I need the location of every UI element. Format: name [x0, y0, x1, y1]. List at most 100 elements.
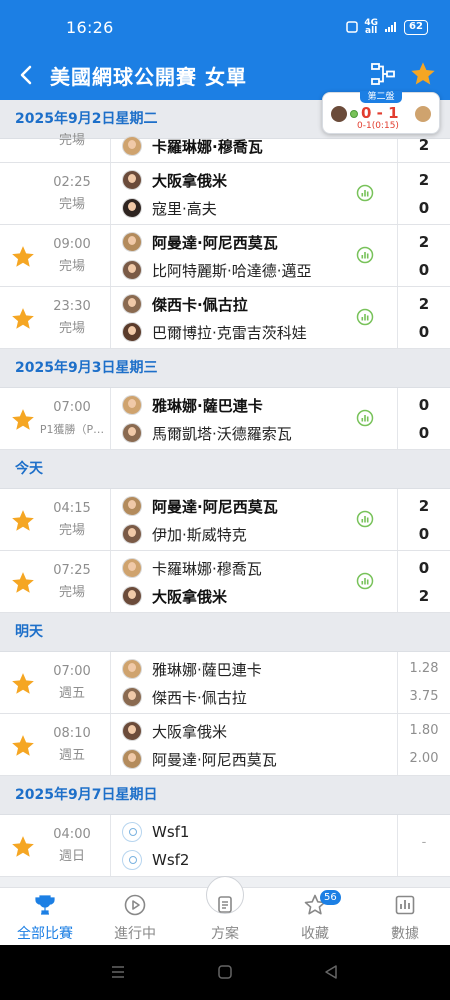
match-stats-icon[interactable]	[356, 510, 374, 528]
match-time: 09:00	[53, 237, 91, 252]
match-stats-icon[interactable]	[356, 246, 374, 264]
match-time-status: 07:00 週五	[36, 652, 108, 702]
back-arrow-icon[interactable]	[14, 62, 40, 88]
player-avatar	[122, 586, 142, 606]
favorite-star-icon[interactable]	[10, 407, 36, 433]
match-row[interactable]: 07:00 P1獲勝（P… 雅琳娜·薩巴連卡 馬爾凱塔·沃德羅索瓦 0 0	[0, 388, 450, 450]
favorite-star-icon[interactable]	[10, 834, 36, 860]
match-time: 07:00	[53, 400, 91, 415]
match-stats-icon[interactable]	[356, 308, 374, 326]
match-row[interactable]: 23:30 完場 傑西卡·佩古拉巴爾博拉·克雷吉茨科娃 2 0	[0, 287, 450, 349]
player-line: 大阪拿俄米	[122, 168, 227, 192]
sim-icon	[346, 21, 359, 33]
match-status: P1獲勝（P…	[39, 423, 105, 436]
player-line: 比阿特麗斯·哈達德·邁亞	[122, 258, 312, 282]
favorite-star-icon[interactable]	[10, 570, 36, 596]
favorite-star-icon[interactable]	[409, 60, 437, 88]
document-icon	[218, 896, 232, 913]
player-avatar	[122, 395, 142, 415]
match-list[interactable]: 2025年9月2日星期二 完場 卡羅琳娜·穆喬瓦 2 02:25 完場 大阪拿俄米 寇里·高夫…	[0, 100, 450, 887]
match-stats-icon[interactable]	[356, 409, 374, 427]
player1-score: 0	[418, 559, 430, 577]
player-avatar	[122, 721, 142, 741]
player-avatar	[122, 198, 142, 218]
system-back-icon[interactable]	[323, 964, 339, 980]
match-status: 完場	[58, 133, 85, 148]
match-row[interactable]: 07:00 週五 雅琳娜·薩巴連卡 傑西卡·佩古拉 1.28 3.75	[0, 652, 450, 714]
live-score-widget[interactable]: 第二盤 0 - 1 0-1(0:15)	[322, 91, 440, 134]
match-stats-icon[interactable]	[356, 572, 374, 590]
section-header-date: 2025年9月3日星期三	[0, 349, 450, 388]
player-avatar	[122, 232, 142, 252]
player-name: 雅琳娜·薩巴連卡	[152, 660, 262, 679]
match-row[interactable]: 08:10 週五 大阪拿俄米 阿曼達·阿尼西莫瓦 1.80 2.00	[0, 714, 450, 776]
player-name: 卡羅琳娜·穆喬瓦	[152, 559, 262, 578]
match-time-status: 23:30 完場	[36, 287, 108, 337]
placeholder-avatar	[122, 850, 142, 870]
player-avatar	[122, 749, 142, 769]
player-name: 巴爾博拉·克雷吉茨科娃	[152, 323, 307, 342]
favorite-star-icon[interactable]	[10, 508, 36, 534]
player1-odds[interactable]: 1.28	[398, 661, 450, 676]
player-avatar	[122, 496, 142, 516]
battery-indicator: 62	[404, 19, 428, 35]
divider	[110, 652, 111, 713]
match-row[interactable]: 04:15 完場 阿曼達·阿尼西莫瓦 伊加·斯威特克 2 0	[0, 489, 450, 551]
divider	[110, 551, 111, 612]
player1-odds[interactable]: 1.80	[398, 723, 450, 738]
match-stats-icon[interactable]	[356, 184, 374, 202]
nav-item-bar-chart[interactable]: 數據	[360, 888, 450, 946]
player-name: 阿曼達·阿尼西莫瓦	[152, 233, 278, 252]
system-nav-bar	[0, 945, 450, 1000]
favorite-star-icon[interactable]	[10, 733, 36, 759]
player2-score: 0	[418, 199, 430, 217]
match-time-status: 04:15 完場	[36, 489, 108, 539]
match-status: 完場	[58, 585, 85, 600]
player-avatar	[122, 136, 142, 156]
match-row[interactable]: 04:00 週日 Wsf1 Wsf2 -	[0, 815, 450, 877]
play-circle-icon	[124, 894, 146, 916]
player-line: 雅琳娜·薩巴連卡	[122, 657, 262, 681]
match-time: 07:25	[53, 563, 91, 578]
match-time-status: 完場	[36, 121, 108, 149]
page-title: 美國網球公開賽 女單	[50, 65, 247, 89]
nav-item-trophy[interactable]: 全部比賽	[0, 888, 90, 946]
favorite-star-icon[interactable]	[10, 306, 36, 332]
placeholder-avatar	[122, 822, 142, 842]
bracket-icon[interactable]	[370, 61, 396, 87]
bottom-nav: 全部比賽 進行中 方案 收藏 56 數據	[0, 876, 450, 946]
divider	[110, 139, 111, 162]
match-status: 週日	[58, 849, 85, 864]
match-time-status: 08:10 週五	[36, 714, 108, 764]
player-name: 寇里·高夫	[152, 199, 217, 218]
player-line: 巴爾博拉·克雷吉茨科娃	[122, 320, 307, 344]
nav-label: 進行中	[114, 926, 156, 942]
match-row[interactable]: 09:00 完場 阿曼達·阿尼西莫瓦 比阿特麗斯·哈達德·邁亞 2 0	[0, 225, 450, 287]
favorite-star-icon[interactable]	[10, 244, 36, 270]
nav-item-play-circle[interactable]: 進行中	[90, 888, 180, 946]
signal-icon	[385, 22, 396, 32]
player-name: 伊加·斯威特克	[152, 525, 247, 544]
player2-odds[interactable]: 2.00	[398, 751, 450, 766]
serve-indicator-icon	[350, 110, 358, 118]
nav-item-document[interactable]: 方案	[180, 888, 270, 946]
home-icon[interactable]	[217, 964, 233, 980]
match-time: 02:25	[53, 175, 91, 190]
player1-score: 2	[418, 295, 430, 313]
nav-item-star-outline[interactable]: 收藏	[270, 888, 360, 946]
match-row[interactable]: 02:25 完場 大阪拿俄米 寇里·高夫 2 0	[0, 163, 450, 225]
player2-score: 0	[418, 323, 430, 341]
player-line: 馬爾凱塔·沃德羅索瓦	[122, 421, 292, 445]
player-line: 傑西卡·佩古拉	[122, 292, 248, 316]
player-avatar	[122, 294, 142, 314]
section-header-date: 今天	[0, 450, 450, 489]
favorite-star-icon[interactable]	[10, 671, 36, 697]
match-row[interactable]: 完場 卡羅琳娜·穆喬瓦 2	[0, 133, 450, 163]
match-status: 週五	[58, 686, 85, 701]
player2-odds[interactable]: 3.75	[398, 689, 450, 704]
match-row[interactable]: 07:25 完場 卡羅琳娜·穆喬瓦 大阪拿俄米 0 2	[0, 551, 450, 613]
player-line: 卡羅琳娜·穆喬瓦	[122, 556, 262, 580]
network-sub: all	[365, 26, 378, 36]
player-avatar	[122, 260, 142, 280]
recent-apps-icon[interactable]	[110, 964, 126, 980]
